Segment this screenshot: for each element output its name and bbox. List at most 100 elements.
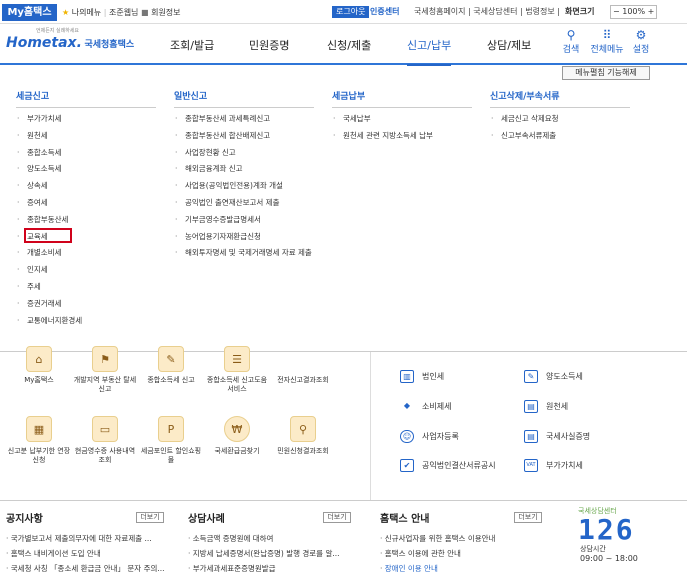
case-item[interactable]: 부가세과세표준증명원발급 xyxy=(188,561,353,576)
point-icon[interactable]: P xyxy=(158,416,184,442)
home-icon[interactable]: ⌂ xyxy=(26,346,52,372)
zoom-out-icon[interactable]: − xyxy=(613,7,620,16)
menu-item[interactable]: 원천세 관련 지방소득세 납부 xyxy=(332,130,433,141)
menu-item[interactable]: 신고부속서류제출 xyxy=(490,130,559,141)
menu-item[interactable]: 국세납부 xyxy=(332,113,433,124)
menu-item[interactable]: 기부금영수증발급명세서 xyxy=(174,214,314,225)
link-public-corp-disclosure[interactable]: ✔ 공익법인결산서류공시 xyxy=(400,459,496,472)
menu-item[interactable]: 원천세 xyxy=(16,130,82,141)
case-item[interactable]: 지방세 납세증명서(완납증명) 발행 경로를 알... xyxy=(188,546,353,561)
menu-col-general-filing: 종합부동산세 과세특례신고 종합부동산세 합산배제신고 사업장현황 신고 해외금… xyxy=(174,113,314,264)
menu-item-capital-gains[interactable]: 양도소득세 xyxy=(16,163,82,174)
link-label: 소비제세 xyxy=(422,402,452,411)
settings-button[interactable]: ⚙ 설정 xyxy=(627,29,655,56)
guide-item[interactable]: 장애인 이용 안내 xyxy=(380,561,545,576)
document-icon[interactable]: ✎ xyxy=(158,346,184,372)
case-item[interactable]: 소득금액 증명원에 대하여 xyxy=(188,531,353,546)
cert-center-link[interactable]: 인증센터 xyxy=(370,6,399,18)
menu-item[interactable]: 사업용(공익법인전용)계좌 개설 xyxy=(174,180,314,191)
notice-item[interactable]: 홈택스 내비게이션 도입 안내 xyxy=(6,546,166,561)
calendar-icon[interactable]: ▦ xyxy=(26,416,52,442)
all-menu-button[interactable]: ⠿ 전체메뉴 xyxy=(590,28,624,56)
menu-item[interactable]: 종합부동산세 xyxy=(16,214,82,225)
grid-icon: ⠿ xyxy=(602,28,612,42)
quick-label[interactable]: 국세환급금찾기 xyxy=(205,447,269,456)
settings-label: 설정 xyxy=(632,45,650,55)
search-button[interactable]: ⚲ 검색 xyxy=(556,29,586,56)
link-consumption-tax[interactable]: ◆ 소비제세 xyxy=(400,400,452,413)
menu-item[interactable]: 부가가치세 xyxy=(16,113,82,124)
zoom-control[interactable]: − 100% + xyxy=(610,5,658,19)
member-info-link[interactable]: 회원정보 xyxy=(151,8,180,17)
menu-item[interactable]: 종합부동산세 과세특례신고 xyxy=(174,113,314,124)
menu-item[interactable]: 세금신고 삭제요청 xyxy=(490,113,559,124)
nav-application[interactable]: 신청/제출 xyxy=(327,40,371,52)
menu-col-deletion: 세금신고 삭제요청 신고부속서류제출 xyxy=(490,113,559,147)
menu-item[interactable]: 주세 xyxy=(16,281,82,292)
nav-filing-payment[interactable]: 신고/납부 xyxy=(407,40,452,66)
menu-item[interactable]: 상속세 xyxy=(16,180,82,191)
guide-item[interactable]: 홈택스 이용에 관한 안내 xyxy=(380,546,545,561)
link-withholding[interactable]: ▤ 원천세 xyxy=(524,400,568,413)
link-capital-gains[interactable]: ✎ 양도소득세 xyxy=(524,370,583,383)
guide-item[interactable]: 신규사업자를 위한 홈택스 이용안내 xyxy=(380,531,545,546)
menu-item[interactable]: 개별소비세 xyxy=(16,247,82,258)
cases-list: 소득금액 증명원에 대하여 지방세 납세증명서(완납증명) 발행 경로를 알..… xyxy=(188,531,353,576)
menu-expand-toggle-button[interactable]: 메뉴펼침 기능해제 xyxy=(562,66,650,80)
util-links[interactable]: 국세청홈페이지 | 국세상담센터 | 법령정보 | xyxy=(414,6,560,18)
menu-item[interactable]: 인지세 xyxy=(16,264,82,275)
menu-item[interactable]: 증여세 xyxy=(16,197,82,208)
notice-more-button[interactable]: 더보기 xyxy=(136,512,164,523)
vat-icon: VAT xyxy=(524,459,538,472)
quick-label[interactable]: 현금영수증 사용내역조회 xyxy=(73,447,137,465)
menu-item[interactable]: 해외투자명세 및 국제거래명세 자료 제출 xyxy=(174,247,314,258)
call-center-126[interactable]: 국세상담센터 126 상담시간 09:00 ~ 18:00 xyxy=(578,507,678,564)
person-icon: ☺ xyxy=(400,430,414,443)
zoom-in-icon[interactable]: + xyxy=(648,7,655,16)
nav-certificate[interactable]: 민원증명 xyxy=(249,40,289,52)
cases-more-button[interactable]: 더보기 xyxy=(323,512,351,523)
menu-item[interactable]: 해외금융계좌 신고 xyxy=(174,163,314,174)
notice-list: 국가별보고서 제출의무자에 대한 자료제출 ... 홈택스 내비게이션 도입 안… xyxy=(6,531,166,576)
menu-item[interactable]: 종합부동산세 합산배제신고 xyxy=(174,130,314,141)
quick-label[interactable]: 종합소득세 신고도움 서비스 xyxy=(205,376,269,394)
menu-item[interactable]: 교통에너지환경세 xyxy=(16,315,82,326)
nav-inquiry[interactable]: 조회/발급 xyxy=(170,40,214,52)
link-tax-certificate[interactable]: ▤ 국세사실증명 xyxy=(524,430,590,443)
menu-item[interactable]: 공익법인 출연재산보고서 제출 xyxy=(174,197,314,208)
link-corporate-tax[interactable]: ▥ 법인세 xyxy=(400,370,444,383)
menu-item[interactable]: 증권거래세 xyxy=(16,298,82,309)
notice-item[interactable]: 국세청 사칭 「종소세 환급금 안내」 문자 주의... xyxy=(6,561,166,576)
refund-icon[interactable]: ₩ xyxy=(224,416,250,442)
logout-button[interactable]: 로그아웃 xyxy=(332,6,370,18)
star-icon: ★ xyxy=(62,8,70,17)
my-menu-link[interactable]: 나의메뉴 xyxy=(72,8,101,17)
bottom-boards: 공지사항 더보기 국가별보고서 제출의무자에 대한 자료제출 ... 홈택스 내… xyxy=(0,500,687,576)
notice-title: 공지사항 xyxy=(6,514,43,525)
quick-label[interactable]: 민원신청결과조회 xyxy=(271,447,335,456)
quick-label[interactable]: My홈택스 xyxy=(7,376,71,385)
menu-item[interactable]: 종합소득세 xyxy=(16,147,82,158)
help-document-icon[interactable]: ☰ xyxy=(224,346,250,372)
link-vat[interactable]: VAT 부가가치세 xyxy=(524,459,583,472)
guide-more-button[interactable]: 더보기 xyxy=(514,512,542,523)
link-label: 원천세 xyxy=(546,402,569,411)
highlight-box xyxy=(24,228,72,243)
quick-label[interactable]: 세금포인트 할인쇼핑몰 xyxy=(139,447,203,465)
user-icon: ■ xyxy=(140,8,149,17)
quick-label[interactable]: 전자신고결과조회 xyxy=(271,376,335,385)
menu-item[interactable]: 농어업용기자재환급신청 xyxy=(174,231,314,242)
receipt-icon[interactable]: ▭ xyxy=(92,416,118,442)
house-report-icon[interactable]: ⚑ xyxy=(92,346,118,372)
notice-item[interactable]: 국가별보고서 제출의무자에 대한 자료제출 ... xyxy=(6,531,166,546)
quick-label[interactable]: 개발지역 부동산 탈세신고 xyxy=(73,376,137,394)
myhome-button[interactable]: My홈택스 xyxy=(2,4,57,21)
search-result-icon[interactable]: ⚲ xyxy=(290,416,316,442)
zoom-value: 100% xyxy=(622,7,646,16)
link-business-registration[interactable]: ☺ 사업자등록 xyxy=(400,430,459,443)
menu-item[interactable]: 사업장현황 신고 xyxy=(174,147,314,158)
quick-label[interactable]: 종합소득세 신고 xyxy=(139,376,203,385)
nav-consulting[interactable]: 상담/제보 xyxy=(487,40,531,52)
quick-label[interactable]: 신고분 납부기한 연장 신청 xyxy=(7,447,71,465)
hometax-logo[interactable]: 언제든지 실례하세요 Hometax. 국세청홈택스 xyxy=(6,28,134,52)
